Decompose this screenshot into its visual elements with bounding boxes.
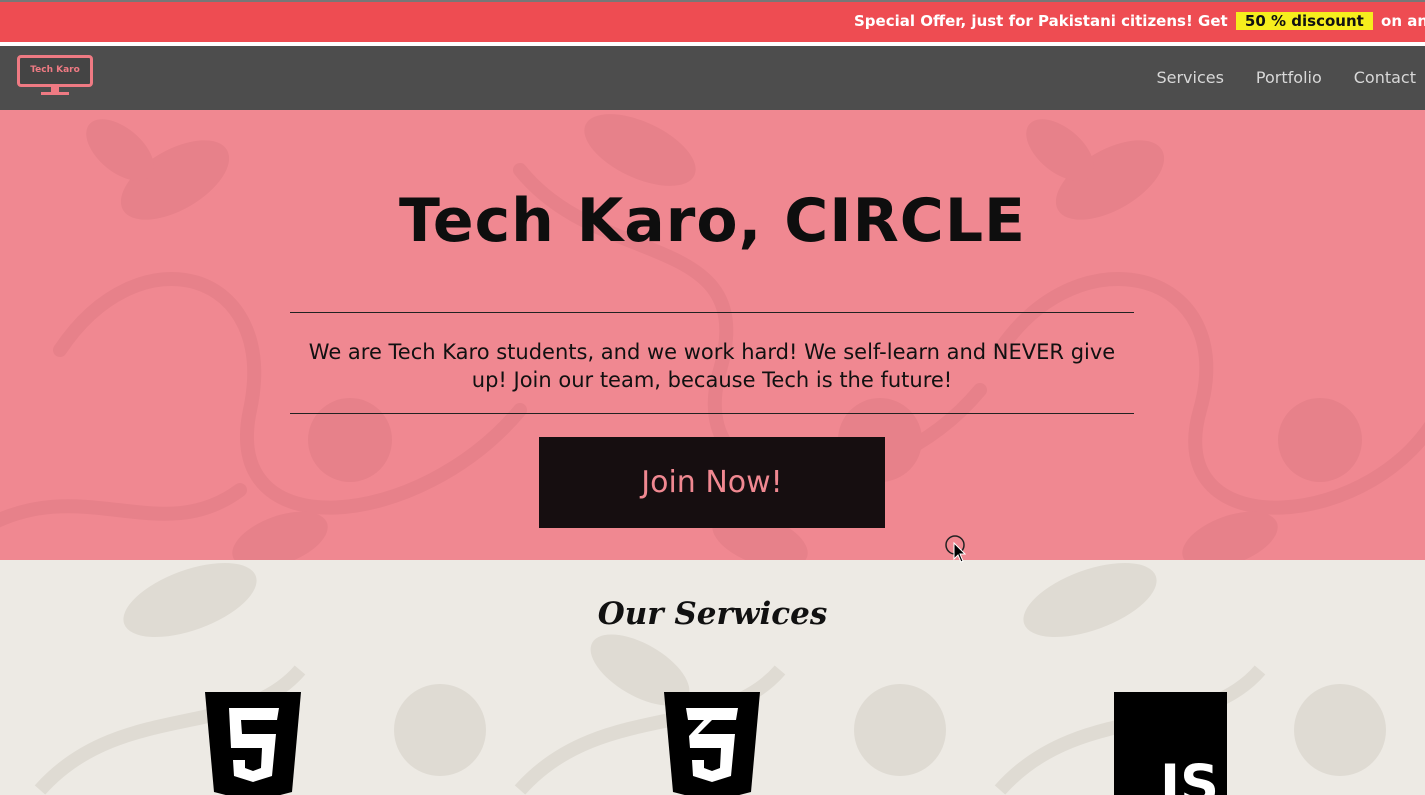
services-section: Our Serwices JS <box>0 560 1425 795</box>
divider <box>290 312 1134 313</box>
monitor-icon: Tech Karo <box>17 55 93 87</box>
monitor-base <box>41 92 69 95</box>
nav-link-services[interactable]: Services <box>1156 68 1223 87</box>
javascript-icon: JS <box>1114 692 1227 795</box>
mouse-cursor-icon <box>945 535 966 563</box>
services-title: Our Serwices <box>597 596 828 632</box>
join-now-button[interactable]: Join Now! <box>539 437 885 528</box>
nav-link-portfolio[interactable]: Portfolio <box>1256 68 1322 87</box>
hero-section: Tech Karo, CIRCLE We are Tech Karo stude… <box>0 110 1425 560</box>
logo-text: Tech Karo <box>30 65 80 75</box>
promo-text-end: on any of t <box>1381 12 1425 30</box>
css3-icon <box>664 692 760 795</box>
promo-discount-highlight: 50 % discount <box>1235 12 1373 30</box>
js-label: JS <box>1160 753 1219 795</box>
nav-links: Services Portfolio Contact <box>1156 68 1416 87</box>
promo-text: Special Offer, just for Pakistani citize… <box>854 12 1228 30</box>
logo[interactable]: Tech Karo <box>17 55 93 99</box>
hero-description: We are Tech Karo students, and we work h… <box>308 340 1116 392</box>
promo-marquee: Special Offer, just for Pakistani citize… <box>854 12 1425 30</box>
divider <box>290 413 1134 414</box>
nav-link-contact[interactable]: Contact <box>1354 68 1416 87</box>
html5-icon <box>205 692 301 795</box>
promo-banner: Special Offer, just for Pakistani citize… <box>0 0 1425 44</box>
navbar: Tech Karo Services Portfolio Contact <box>0 46 1425 110</box>
hero-title: Tech Karo, CIRCLE <box>398 186 1027 256</box>
